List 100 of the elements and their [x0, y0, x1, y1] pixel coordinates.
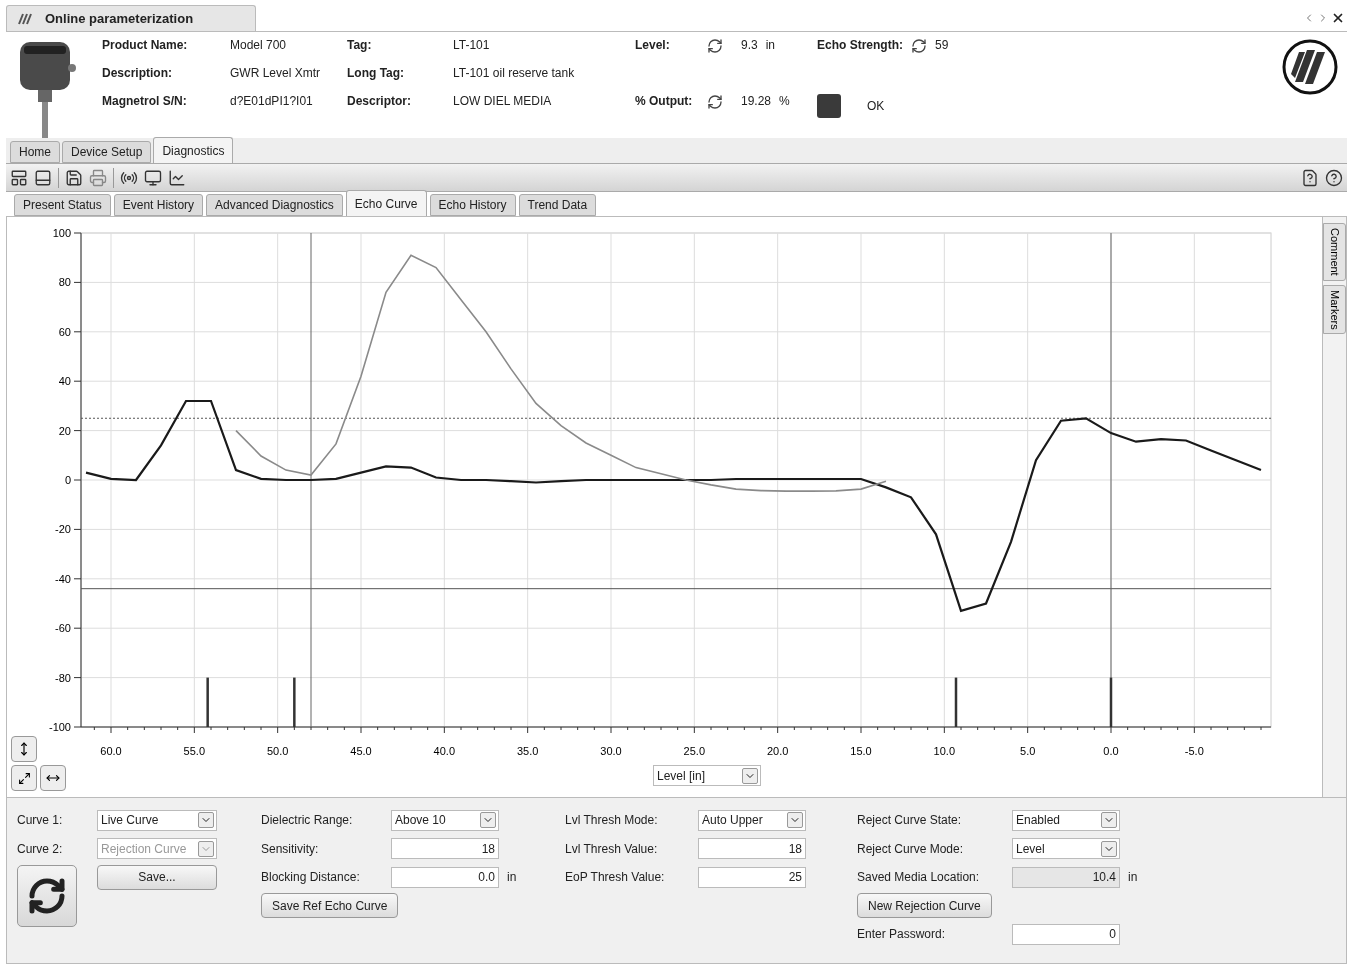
field-label: Curve 1:	[17, 813, 64, 828]
zoom-both-button[interactable]	[11, 765, 37, 791]
field-value: LT-101	[453, 38, 491, 54]
x-tick-label: 30.0	[600, 745, 622, 757]
field-value: LT-101 oil reserve tank	[453, 66, 576, 82]
horizontal-zoom-button[interactable]	[40, 765, 66, 791]
field-label: Dielectric Range:	[261, 813, 354, 828]
close-icon[interactable]	[1331, 11, 1345, 25]
y-tick-label: -20	[55, 523, 71, 536]
main-tab[interactable]: Diagnostics	[153, 137, 234, 163]
chart-icon[interactable]	[168, 168, 186, 187]
unit-label: %	[779, 94, 790, 108]
x-tick-label: 40.0	[433, 745, 456, 757]
side-tab[interactable]: Comment	[1323, 223, 1346, 281]
sub-tab[interactable]: Present Status	[14, 194, 111, 216]
x-tick-label: -5.0	[1184, 745, 1204, 757]
caret-icon	[198, 812, 214, 829]
help-document-icon[interactable]	[1301, 168, 1319, 187]
input-field[interactable]: 18	[698, 838, 806, 860]
field-label: Lvl Thresh Mode:	[565, 813, 659, 828]
refresh-icon	[27, 876, 67, 916]
x-tick-label: 35.0	[516, 745, 539, 757]
y-tick-label: -40	[55, 572, 71, 585]
dropdown-field[interactable]: Above 10	[391, 809, 499, 831]
x-tick-label: 15.0	[850, 745, 872, 757]
y-tick-label: 100	[52, 227, 71, 239]
y-tick-label: 40	[58, 375, 71, 388]
input-field[interactable]: 0	[1012, 923, 1120, 945]
panel-icon[interactable]	[34, 168, 52, 187]
reading-label: % Output:	[635, 94, 694, 108]
help-icon[interactable]	[1325, 168, 1343, 187]
dropdown-field[interactable]: Enabled	[1012, 809, 1120, 831]
input-field[interactable]: 18	[391, 838, 499, 860]
vertical-zoom-button[interactable]	[11, 736, 37, 762]
caret-icon	[480, 812, 496, 829]
action-button[interactable]: New Rejection Curve	[857, 893, 992, 919]
unit-label: in	[765, 38, 776, 52]
caret-icon	[1101, 840, 1117, 857]
x-tick-label: 10.0	[933, 745, 956, 757]
main-tab[interactable]: Device Setup	[62, 141, 152, 163]
side-tab[interactable]: Markers	[1323, 284, 1346, 335]
sub-tab[interactable]: Echo Curve	[345, 190, 427, 216]
field-label: Saved Media Location:	[857, 870, 981, 885]
reading-value: 9.3	[741, 38, 758, 52]
unit-label: in	[1128, 870, 1138, 885]
refresh-icon[interactable]	[707, 94, 723, 110]
curve-dropdown[interactable]: Live Curve	[97, 809, 217, 831]
save-button[interactable]: Save...	[97, 864, 217, 890]
window-tab[interactable]: Online parameterization	[6, 5, 256, 31]
x-tick-label: 45.0	[350, 745, 372, 757]
field-label: Tag:	[347, 38, 373, 54]
reading-label: Level:	[635, 38, 671, 52]
action-button[interactable]: Save Ref Echo Curve	[261, 893, 399, 919]
input-field[interactable]: 0.0	[391, 866, 499, 888]
sub-tab[interactable]: Echo History	[429, 194, 516, 216]
x-tick-label: 0.0	[1103, 745, 1119, 757]
axis-dropdown[interactable]: Level [in]	[653, 765, 761, 786]
refresh-icon[interactable]	[911, 38, 927, 54]
refresh-icon[interactable]	[707, 38, 723, 54]
y-tick-label: 20	[58, 424, 71, 437]
field-label: Reject Curve State:	[857, 813, 963, 828]
x-tick-label: 25.0	[683, 745, 706, 757]
x-tick-label: 5.0	[1020, 745, 1036, 757]
y-tick-label: 80	[58, 276, 71, 289]
caret-icon	[1101, 812, 1117, 829]
dropdown-field[interactable]: Auto Upper	[698, 809, 806, 831]
field-label: Lvl Thresh Value:	[565, 841, 659, 856]
field-label: Long Tag:	[347, 66, 406, 82]
reading-value: 19.28	[741, 94, 772, 108]
field-label: EoP Thresh Value:	[565, 870, 666, 885]
sub-tab[interactable]: Trend Data	[518, 194, 597, 216]
field-label: Curve 2:	[17, 841, 64, 856]
input-field: 10.4	[1012, 866, 1120, 888]
main-tab[interactable]: Home	[10, 141, 60, 163]
field-value: Model 700	[230, 38, 288, 54]
field-label: Descriptor:	[347, 94, 412, 110]
monitor-icon[interactable]	[144, 168, 162, 187]
caret-icon	[742, 767, 758, 784]
refresh-button[interactable]	[17, 865, 77, 927]
x-tick-label: 20.0	[766, 745, 789, 757]
y-tick-label: 0	[64, 474, 71, 486]
field-value: GWR Level Xmtr	[230, 66, 321, 82]
field-label: Description:	[102, 66, 173, 82]
sub-tab[interactable]: Event History	[113, 194, 204, 216]
field-label: Enter Password:	[857, 927, 947, 942]
reading-label: Echo Strength:	[817, 38, 903, 52]
y-tick-label: -60	[55, 622, 71, 635]
save-icon[interactable]	[65, 168, 83, 187]
field-label: Product Name:	[102, 38, 189, 54]
unit-label: in	[507, 870, 517, 885]
field-label: Reject Curve Mode:	[857, 841, 965, 856]
y-tick-label: -80	[55, 671, 71, 684]
input-field[interactable]: 25	[698, 866, 806, 888]
print-icon[interactable]	[89, 168, 107, 187]
sub-tab[interactable]: Advanced Diagnostics	[206, 194, 343, 216]
layout-icon[interactable]	[10, 168, 28, 187]
dropdown-field[interactable]: Level	[1012, 838, 1120, 860]
expand-icon	[17, 771, 31, 785]
field-label: Sensitivity:	[261, 841, 320, 856]
caret-icon	[198, 840, 214, 857]
